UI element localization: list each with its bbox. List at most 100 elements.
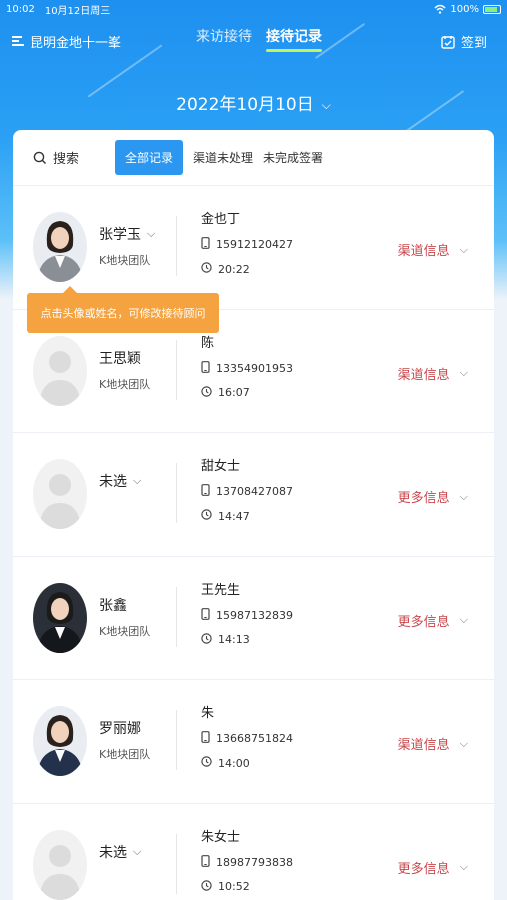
divider xyxy=(176,586,177,647)
visitor-info: 王先生 15987132839 14:13 xyxy=(201,579,293,647)
search-button[interactable]: 搜索 xyxy=(33,148,79,167)
chevron-down-icon: ⌵ xyxy=(459,860,468,873)
divider xyxy=(176,463,177,523)
consultant-avatar[interactable] xyxy=(33,335,87,406)
project-switcher[interactable]: 昆明金地十一峯 xyxy=(12,32,121,51)
clock-icon xyxy=(201,756,212,770)
visitor-phone: 13668751824 xyxy=(216,732,293,745)
divider xyxy=(176,710,177,770)
chevron-down-icon: ⌵ xyxy=(459,242,468,256)
status-time: 10:02 xyxy=(6,3,35,15)
record-row: 罗丽娜 K地块团队 朱 13668751824 14:00 渠道信息 ⌵ xyxy=(13,680,494,804)
phone-icon xyxy=(201,607,210,623)
consultant-name: 未选 xyxy=(99,844,127,861)
filter-all-records[interactable]: 全部记录 xyxy=(115,140,184,175)
project-name: 昆明金地十一峯 xyxy=(30,36,122,51)
tab-reception-records[interactable]: 接待记录 xyxy=(266,26,322,52)
record-row: 未选 ⌵ 朱女士 18987793838 10:52 更多信息 ⌵ xyxy=(13,804,494,900)
record-action-label: 更多信息 xyxy=(397,614,450,630)
visitor-phone: 15987132839 xyxy=(216,608,293,622)
consultant-name: 未选 xyxy=(99,474,127,490)
visitor-name: 甜女士 xyxy=(201,459,241,474)
consultant[interactable]: 未选 ⌵ xyxy=(99,842,141,862)
consultant-avatar[interactable] xyxy=(33,829,87,900)
consultant-name: 罗丽娜 xyxy=(99,721,141,737)
chevron-down-icon: ⌵ xyxy=(459,613,468,626)
tab-visit-reception[interactable]: 来访接待 xyxy=(196,26,252,52)
divider xyxy=(176,833,177,894)
visit-time: 20:22 xyxy=(218,262,250,276)
record-action-label: 渠道信息 xyxy=(397,738,450,753)
visit-time: 14:00 xyxy=(218,756,250,770)
signin-button[interactable]: 签到 xyxy=(441,32,487,51)
chevron-down-icon: ⌵ xyxy=(147,227,156,240)
consultant-avatar[interactable] xyxy=(33,459,87,529)
calendar-check-icon xyxy=(441,35,455,49)
filter-unsigned[interactable]: 未完成签署 xyxy=(263,149,323,166)
record-action-button[interactable]: 更多信息 ⌵ xyxy=(398,611,468,630)
visitor-info: 陈 13354901953 16:07 xyxy=(201,332,293,400)
visit-time: 14:13 xyxy=(218,633,250,646)
visitor-info: 朱 13668751824 14:00 xyxy=(201,702,293,770)
tooltip: 点击头像或姓名，可修改接待顾问 xyxy=(27,286,219,333)
record-action-button[interactable]: 渠道信息 ⌵ xyxy=(397,240,468,260)
search-label: 搜索 xyxy=(53,152,80,167)
record-action-button[interactable]: 渠道信息 ⌵ xyxy=(398,364,468,383)
consultant-team: K地块团队 xyxy=(99,748,151,761)
chevron-down-icon: ⌵ xyxy=(321,97,331,112)
consultant-team: K地块团队 xyxy=(99,377,151,391)
visitor-info: 甜女士 13708427087 14:47 xyxy=(201,455,293,523)
clock-icon xyxy=(201,385,212,400)
records-card: 搜索 全部记录 渠道未处理 未完成签署 张学玉 ⌵ K地块团队 金也丁 15912120… xyxy=(13,130,494,900)
record-action-label: 更多信息 xyxy=(397,491,450,506)
visitor-name: 朱 xyxy=(201,706,215,721)
record-action-button[interactable]: 更多信息 ⌵ xyxy=(398,858,468,877)
record-row: 张鑫 K地块团队 王先生 15987132839 14:13 更多信息 ⌵ xyxy=(13,557,494,680)
phone-icon xyxy=(201,731,210,746)
phone-icon xyxy=(201,237,210,252)
consultant[interactable]: 张鑫 K地块团队 xyxy=(99,595,150,639)
visitor-phone: 13354901953 xyxy=(216,361,293,375)
battery-percent: 100% xyxy=(450,3,479,15)
record-action-label: 更多信息 xyxy=(397,861,450,877)
visit-time: 14:47 xyxy=(218,509,250,523)
consultant[interactable]: 张学玉 ⌵ K地块团队 xyxy=(99,224,155,268)
visitor-name: 金也丁 xyxy=(201,212,241,227)
tab-bar: 来访接待 接待记录 xyxy=(196,26,322,52)
consultant[interactable]: 罗丽娜 K地块团队 xyxy=(99,718,150,762)
menu-icon xyxy=(12,36,24,47)
record-action-label: 渠道信息 xyxy=(397,367,450,383)
divider xyxy=(176,216,177,276)
visitor-name: 朱女士 xyxy=(201,829,241,845)
record-action-button[interactable]: 渠道信息 ⌵ xyxy=(397,734,468,754)
divider xyxy=(176,339,177,400)
consultant[interactable]: 未选 ⌵ xyxy=(99,471,141,491)
status-date: 10月12日周三 xyxy=(44,5,111,17)
consultant[interactable]: 王思颖 K地块团队 xyxy=(99,348,150,392)
filter-channel-pending[interactable]: 渠道未处理 xyxy=(193,149,253,166)
visitor-phone: 18987793838 xyxy=(216,855,293,869)
clock-icon xyxy=(201,632,212,647)
consultant-avatar[interactable] xyxy=(33,212,87,282)
clock-icon xyxy=(201,879,212,894)
date-selector[interactable]: 2022年10月10日 ⌵ xyxy=(0,90,507,115)
consultant-avatar[interactable] xyxy=(33,582,87,653)
record-action-label: 渠道信息 xyxy=(397,244,450,259)
consultant-name: 王思颖 xyxy=(99,350,141,367)
consultant-avatar[interactable] xyxy=(33,706,87,776)
consultant-team: K地块团队 xyxy=(99,624,151,638)
chevron-down-icon: ⌵ xyxy=(459,736,468,750)
date-label: 2022年10月10日 xyxy=(176,95,314,115)
chevron-down-icon: ⌵ xyxy=(133,844,142,858)
chevron-down-icon: ⌵ xyxy=(459,366,468,379)
chevron-down-icon: ⌵ xyxy=(459,489,468,503)
record-row: 未选 ⌵ 甜女士 13708427087 14:47 更多信息 ⌵ xyxy=(13,433,494,557)
clock-icon xyxy=(201,262,212,276)
visitor-phone: 15912120427 xyxy=(216,238,293,251)
visit-time: 16:07 xyxy=(218,386,250,399)
record-action-button[interactable]: 更多信息 ⌵ xyxy=(397,487,468,507)
phone-icon xyxy=(201,360,210,376)
clock-icon xyxy=(201,509,212,523)
visitor-name: 陈 xyxy=(201,335,215,351)
consultant-team: K地块团队 xyxy=(99,254,151,267)
